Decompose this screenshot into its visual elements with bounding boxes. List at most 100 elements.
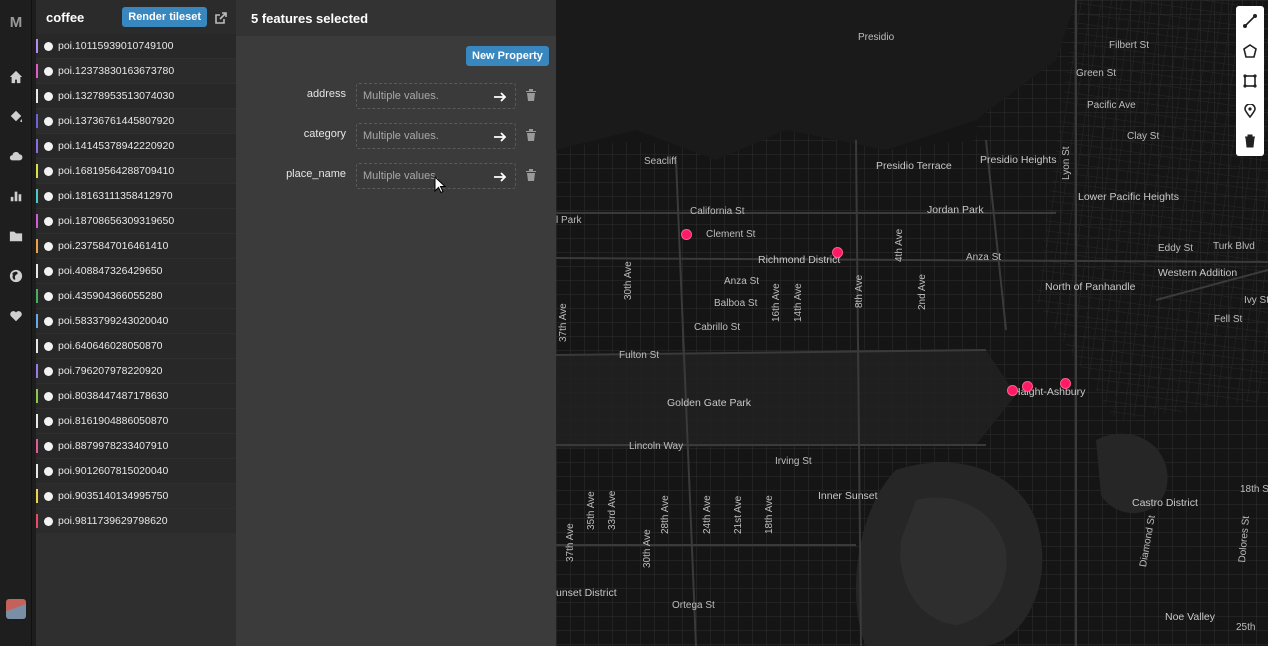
feature-color-swatch	[36, 339, 38, 353]
map-label: 35th Ave	[586, 491, 597, 530]
selected-feature-point[interactable]	[1022, 381, 1033, 392]
feature-row[interactable]: poi.435904366055280	[36, 284, 236, 309]
feature-id: poi.8161904886050870	[58, 415, 168, 427]
map-label: 16th Ave	[771, 283, 782, 322]
cloud-icon[interactable]	[6, 146, 26, 166]
map-label: Irving St	[775, 456, 812, 467]
trash-icon[interactable]	[525, 128, 537, 142]
point-icon	[44, 267, 53, 276]
stats-icon[interactable]	[6, 186, 26, 206]
map-label: Seacliff	[644, 156, 677, 167]
feature-row[interactable]: poi.9811739629798620	[36, 509, 236, 534]
feature-row[interactable]: poi.16819564288709410	[36, 159, 236, 184]
trash-icon[interactable]	[525, 88, 537, 102]
feature-row[interactable]: poi.18163111358412970	[36, 184, 236, 209]
map-label: Western Addition	[1158, 267, 1237, 279]
property-value-input[interactable]	[363, 88, 483, 104]
point-icon	[44, 217, 53, 226]
feature-row[interactable]: poi.408847326429650	[36, 259, 236, 284]
feature-color-swatch	[36, 189, 38, 203]
feature-row[interactable]: poi.8879978233407910	[36, 434, 236, 459]
feature-row[interactable]: poi.9012607815020040	[36, 459, 236, 484]
feature-id: poi.640646028050870	[58, 340, 163, 352]
property-value-input[interactable]	[363, 168, 483, 184]
property-value-input[interactable]	[363, 128, 483, 144]
map-label: Presidio Heights	[980, 154, 1056, 166]
map-label: 4th Ave	[894, 229, 905, 262]
map-label: 28th Ave	[660, 495, 671, 534]
feature-row[interactable]: poi.18708656309319650	[36, 209, 236, 234]
map-label: unset District	[556, 587, 617, 599]
map-label: Fulton St	[619, 350, 659, 361]
map-label: Cabrillo St	[694, 322, 740, 333]
map-label: Anza St	[724, 276, 759, 287]
arrow-right-icon[interactable]	[493, 130, 507, 144]
heart-icon[interactable]	[6, 306, 26, 326]
feature-row[interactable]: poi.5833799243020040	[36, 309, 236, 334]
feature-row[interactable]: poi.2375847016461410	[36, 234, 236, 259]
home-icon[interactable]	[6, 67, 26, 87]
new-property-button[interactable]: New Property	[466, 46, 549, 66]
feature-id: poi.9035140134995750	[58, 490, 168, 502]
folder-icon[interactable]	[6, 226, 26, 246]
feature-row[interactable]: poi.8038447487178630	[36, 384, 236, 409]
map-label: 18th Ave	[764, 495, 775, 534]
map-label: Richmond District	[758, 254, 840, 266]
arrow-right-icon[interactable]	[493, 90, 507, 104]
map-label: Castro District	[1132, 497, 1198, 509]
app: M coffee Render tileset poi.101159390107…	[0, 0, 1268, 646]
feature-row[interactable]: poi.8161904886050870	[36, 409, 236, 434]
polygon-tool-icon[interactable]	[1236, 36, 1264, 66]
external-link-icon[interactable]	[215, 11, 227, 23]
trash-tool-icon[interactable]	[1236, 126, 1264, 156]
selected-feature-point[interactable]	[1060, 378, 1071, 389]
mapbox-logo[interactable]: M	[0, 14, 32, 31]
avatar[interactable]	[6, 599, 26, 619]
feature-id: poi.5833799243020040	[58, 315, 168, 327]
dataset-header: coffee Render tileset	[36, 0, 236, 34]
property-row: address	[236, 82, 556, 110]
rectangle-tool-icon[interactable]	[1236, 66, 1264, 96]
feature-color-swatch	[36, 264, 38, 278]
globe-icon[interactable]	[6, 266, 26, 286]
map-label: Lyon St	[1061, 146, 1072, 180]
map-label: Balboa St	[714, 298, 757, 309]
render-tileset-button[interactable]: Render tileset	[122, 7, 207, 27]
selected-feature-point[interactable]	[681, 229, 692, 240]
map-label: Eddy St	[1158, 243, 1193, 254]
feature-id: poi.9012607815020040	[58, 465, 168, 477]
marker-tool-icon[interactable]	[1236, 96, 1264, 126]
feature-row[interactable]: poi.12373830163673780	[36, 59, 236, 84]
feature-id: poi.435904366055280	[58, 290, 163, 302]
selected-feature-point[interactable]	[832, 247, 843, 258]
map-label: Noe Valley	[1165, 611, 1215, 623]
selected-feature-point[interactable]	[1007, 385, 1018, 396]
feature-row[interactable]: poi.796207978220920	[36, 359, 236, 384]
paint-bucket-icon[interactable]	[6, 106, 26, 126]
feature-row[interactable]: poi.10115939010749100	[36, 34, 236, 59]
arrow-right-icon[interactable]	[493, 170, 507, 184]
trash-icon[interactable]	[525, 168, 537, 182]
feature-color-swatch	[36, 39, 38, 53]
point-icon	[44, 67, 53, 76]
map-label: 18th St	[1240, 484, 1268, 495]
point-icon	[44, 317, 53, 326]
properties-header: 5 features selected	[236, 0, 556, 36]
feature-row[interactable]: poi.640646028050870	[36, 334, 236, 359]
point-icon	[44, 192, 53, 201]
map-label: l Park	[556, 215, 582, 226]
feature-color-swatch	[36, 439, 38, 453]
point-icon	[44, 467, 53, 476]
line-tool-icon[interactable]	[1236, 6, 1264, 36]
feature-id: poi.8038447487178630	[58, 390, 168, 402]
feature-row[interactable]: poi.9035140134995750	[36, 484, 236, 509]
point-icon	[44, 167, 53, 176]
map-label: Pacific Ave	[1087, 100, 1136, 111]
property-key: category	[304, 128, 346, 140]
property-row: place_name	[236, 162, 556, 190]
feature-id: poi.9811739629798620	[58, 515, 168, 527]
feature-row[interactable]: poi.13736761445807920	[36, 109, 236, 134]
feature-row[interactable]: poi.14145378942220920	[36, 134, 236, 159]
feature-row[interactable]: poi.13278953513074030	[36, 84, 236, 109]
map-canvas[interactable]: Presidio Filbert St Green St Pacific Ave…	[556, 0, 1268, 646]
